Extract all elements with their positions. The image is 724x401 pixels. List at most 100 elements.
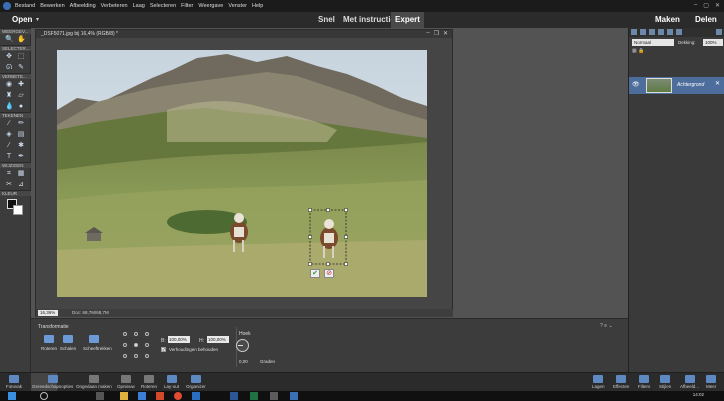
delete-layer-icon[interactable] — [716, 29, 722, 35]
menu-item-weergave[interactable]: Weergave — [198, 3, 223, 9]
search-icon[interactable] — [40, 392, 48, 400]
eye-icon[interactable]: 👁 — [632, 81, 640, 88]
app-taskbar-icon[interactable] — [138, 392, 146, 400]
cancel-transform-button[interactable]: ⊘ — [324, 269, 334, 278]
menu-item-venster[interactable]: Venster — [228, 3, 247, 9]
commit-transform-button[interactable]: ✔ — [310, 269, 320, 278]
layer-row-background[interactable]: 👁 Achtergrond ✕ — [629, 77, 724, 94]
zoom-tool-icon[interactable]: 🔍 — [5, 36, 14, 44]
more-button[interactable]: Meer — [706, 375, 716, 389]
reference-point[interactable] — [134, 332, 138, 336]
reference-point[interactable] — [145, 354, 149, 358]
adjustment-layer-icon[interactable] — [649, 29, 655, 35]
reference-point[interactable] — [134, 354, 138, 358]
blur-tool-icon[interactable]: 💧 — [5, 103, 14, 111]
reference-point[interactable] — [123, 343, 127, 347]
close-icon[interactable]: ✕ — [715, 2, 720, 9]
doc-close-icon[interactable]: ✕ — [443, 30, 448, 37]
undo-button[interactable]: Ongedaan maken — [76, 375, 112, 389]
paint-bucket-tool-icon[interactable]: ◈ — [5, 131, 13, 139]
new-layer-icon[interactable] — [631, 29, 637, 35]
sponge-tool-icon[interactable]: ● — [17, 103, 25, 111]
recompose-tool-icon[interactable]: ▦ — [17, 170, 25, 178]
straighten-tool-icon[interactable]: ⊿ — [17, 181, 25, 189]
styles-button[interactable]: Stijlen — [659, 375, 671, 389]
menu-item-filter[interactable]: Filter — [181, 3, 193, 9]
crop-tool-icon[interactable]: ⌗ — [5, 170, 13, 178]
zoom-level-field[interactable]: 16,36% — [38, 310, 58, 316]
gradient-tool-icon[interactable]: ▤ — [17, 131, 25, 139]
layer-lock-icon[interactable]: ✕ — [715, 80, 720, 87]
layers-button[interactable]: Lagen — [592, 375, 605, 389]
tool-options-menu-icons[interactable]: ? ≡ ⌄ — [600, 323, 613, 329]
open-button[interactable]: Open — [12, 15, 32, 24]
doc-minimize-icon[interactable]: – — [426, 30, 429, 37]
reference-point-selected[interactable] — [134, 343, 138, 347]
angle-value[interactable]: 0,00 — [239, 359, 248, 364]
chevron-down-icon[interactable]: ▾ — [36, 16, 39, 23]
pen-tool-icon[interactable]: ✒ — [17, 153, 25, 161]
skew-button[interactable]: Scheeftrekken — [83, 335, 112, 351]
reference-point[interactable] — [145, 332, 149, 336]
organizer-button[interactable]: Organizer — [186, 375, 206, 389]
maximize-icon[interactable]: ▢ — [703, 2, 709, 9]
background-color-swatch[interactable] — [13, 205, 23, 215]
word-icon[interactable] — [230, 392, 238, 400]
color-swatches[interactable] — [0, 196, 30, 218]
maken-button[interactable]: Maken — [655, 15, 680, 24]
app-taskbar-icon[interactable] — [156, 392, 164, 400]
excel-icon[interactable] — [250, 392, 258, 400]
pencil-tool-icon[interactable]: ✏ — [17, 120, 25, 128]
app-taskbar-icon[interactable] — [270, 392, 278, 400]
marquee-tool-icon[interactable]: ⬚ — [17, 53, 25, 61]
clone-stamp-tool-icon[interactable]: ♜ — [5, 92, 13, 100]
file-explorer-icon[interactable] — [120, 392, 128, 400]
redo-button[interactable]: Opnieuw — [117, 375, 135, 389]
mode-snel[interactable]: Snel — [318, 15, 335, 24]
menu-item-laag[interactable]: Laag — [133, 3, 145, 9]
lock-all-icon[interactable]: 🔒 — [638, 48, 644, 54]
tool-options-button[interactable]: Gereedschapsopties — [32, 375, 73, 389]
new-group-icon[interactable] — [640, 29, 646, 35]
menu-item-bewerken[interactable]: Bewerken — [40, 3, 64, 9]
height-input[interactable]: 100,00% — [207, 336, 229, 343]
rotate-bottom-button[interactable]: Roteren — [141, 375, 157, 389]
reference-point[interactable] — [123, 332, 127, 336]
text-tool-icon[interactable]: T — [5, 153, 13, 161]
layer-mask-icon[interactable] — [658, 29, 664, 35]
menu-item-help[interactable]: Help — [252, 3, 263, 9]
lasso-tool-icon[interactable]: ᘏ — [5, 64, 13, 72]
layout-button[interactable]: Lay-out — [164, 375, 179, 389]
lock-transparency-icon[interactable]: ▦ — [632, 48, 637, 54]
reference-point[interactable] — [145, 343, 149, 347]
eyedropper-tool-icon[interactable]: ⁄ — [5, 142, 13, 150]
taskview-icon[interactable] — [96, 392, 104, 400]
reference-point-grid[interactable] — [123, 332, 151, 362]
effects-button[interactable]: Effecten — [613, 375, 629, 389]
quick-select-tool-icon[interactable]: ✎ — [17, 64, 25, 72]
scale-button[interactable]: Schalen — [57, 335, 79, 351]
blend-mode-select[interactable]: Normaal — [632, 39, 674, 46]
spot-healing-tool-icon[interactable]: ✚ — [17, 81, 25, 89]
move-tool-icon[interactable]: ✥ — [5, 53, 13, 61]
hand-tool-icon[interactable]: ✋ — [17, 36, 26, 44]
eraser-tool-icon[interactable]: ▱ — [17, 92, 25, 100]
browser-icon[interactable] — [174, 392, 182, 400]
menu-item-selecteren[interactable]: Selecteren — [150, 3, 176, 9]
keep-proportions-checkbox[interactable]: ✓ — [161, 347, 166, 352]
width-input[interactable]: 100,00% — [168, 336, 190, 343]
menu-item-bestand[interactable]: Bestand — [15, 3, 35, 9]
angle-dial[interactable] — [236, 339, 249, 352]
filters-button[interactable]: Filters — [638, 375, 650, 389]
link-layers-icon[interactable] — [667, 29, 673, 35]
content-aware-move-tool-icon[interactable]: ✂ — [5, 181, 13, 189]
menu-item-verbeteren[interactable]: Verbeteren — [101, 3, 128, 9]
reference-point[interactable] — [123, 354, 127, 358]
opacity-input[interactable]: 100% — [703, 39, 723, 46]
app-taskbar-icon[interactable] — [192, 392, 200, 400]
delen-button[interactable]: Delen — [695, 15, 717, 24]
shape-tool-icon[interactable]: ✱ — [17, 142, 25, 150]
image-canvas[interactable]: ✔ ⊘ — [57, 50, 427, 297]
doc-restore-icon[interactable]: ❐ — [434, 30, 439, 37]
eye-tool-icon[interactable]: ◉ — [5, 81, 13, 89]
